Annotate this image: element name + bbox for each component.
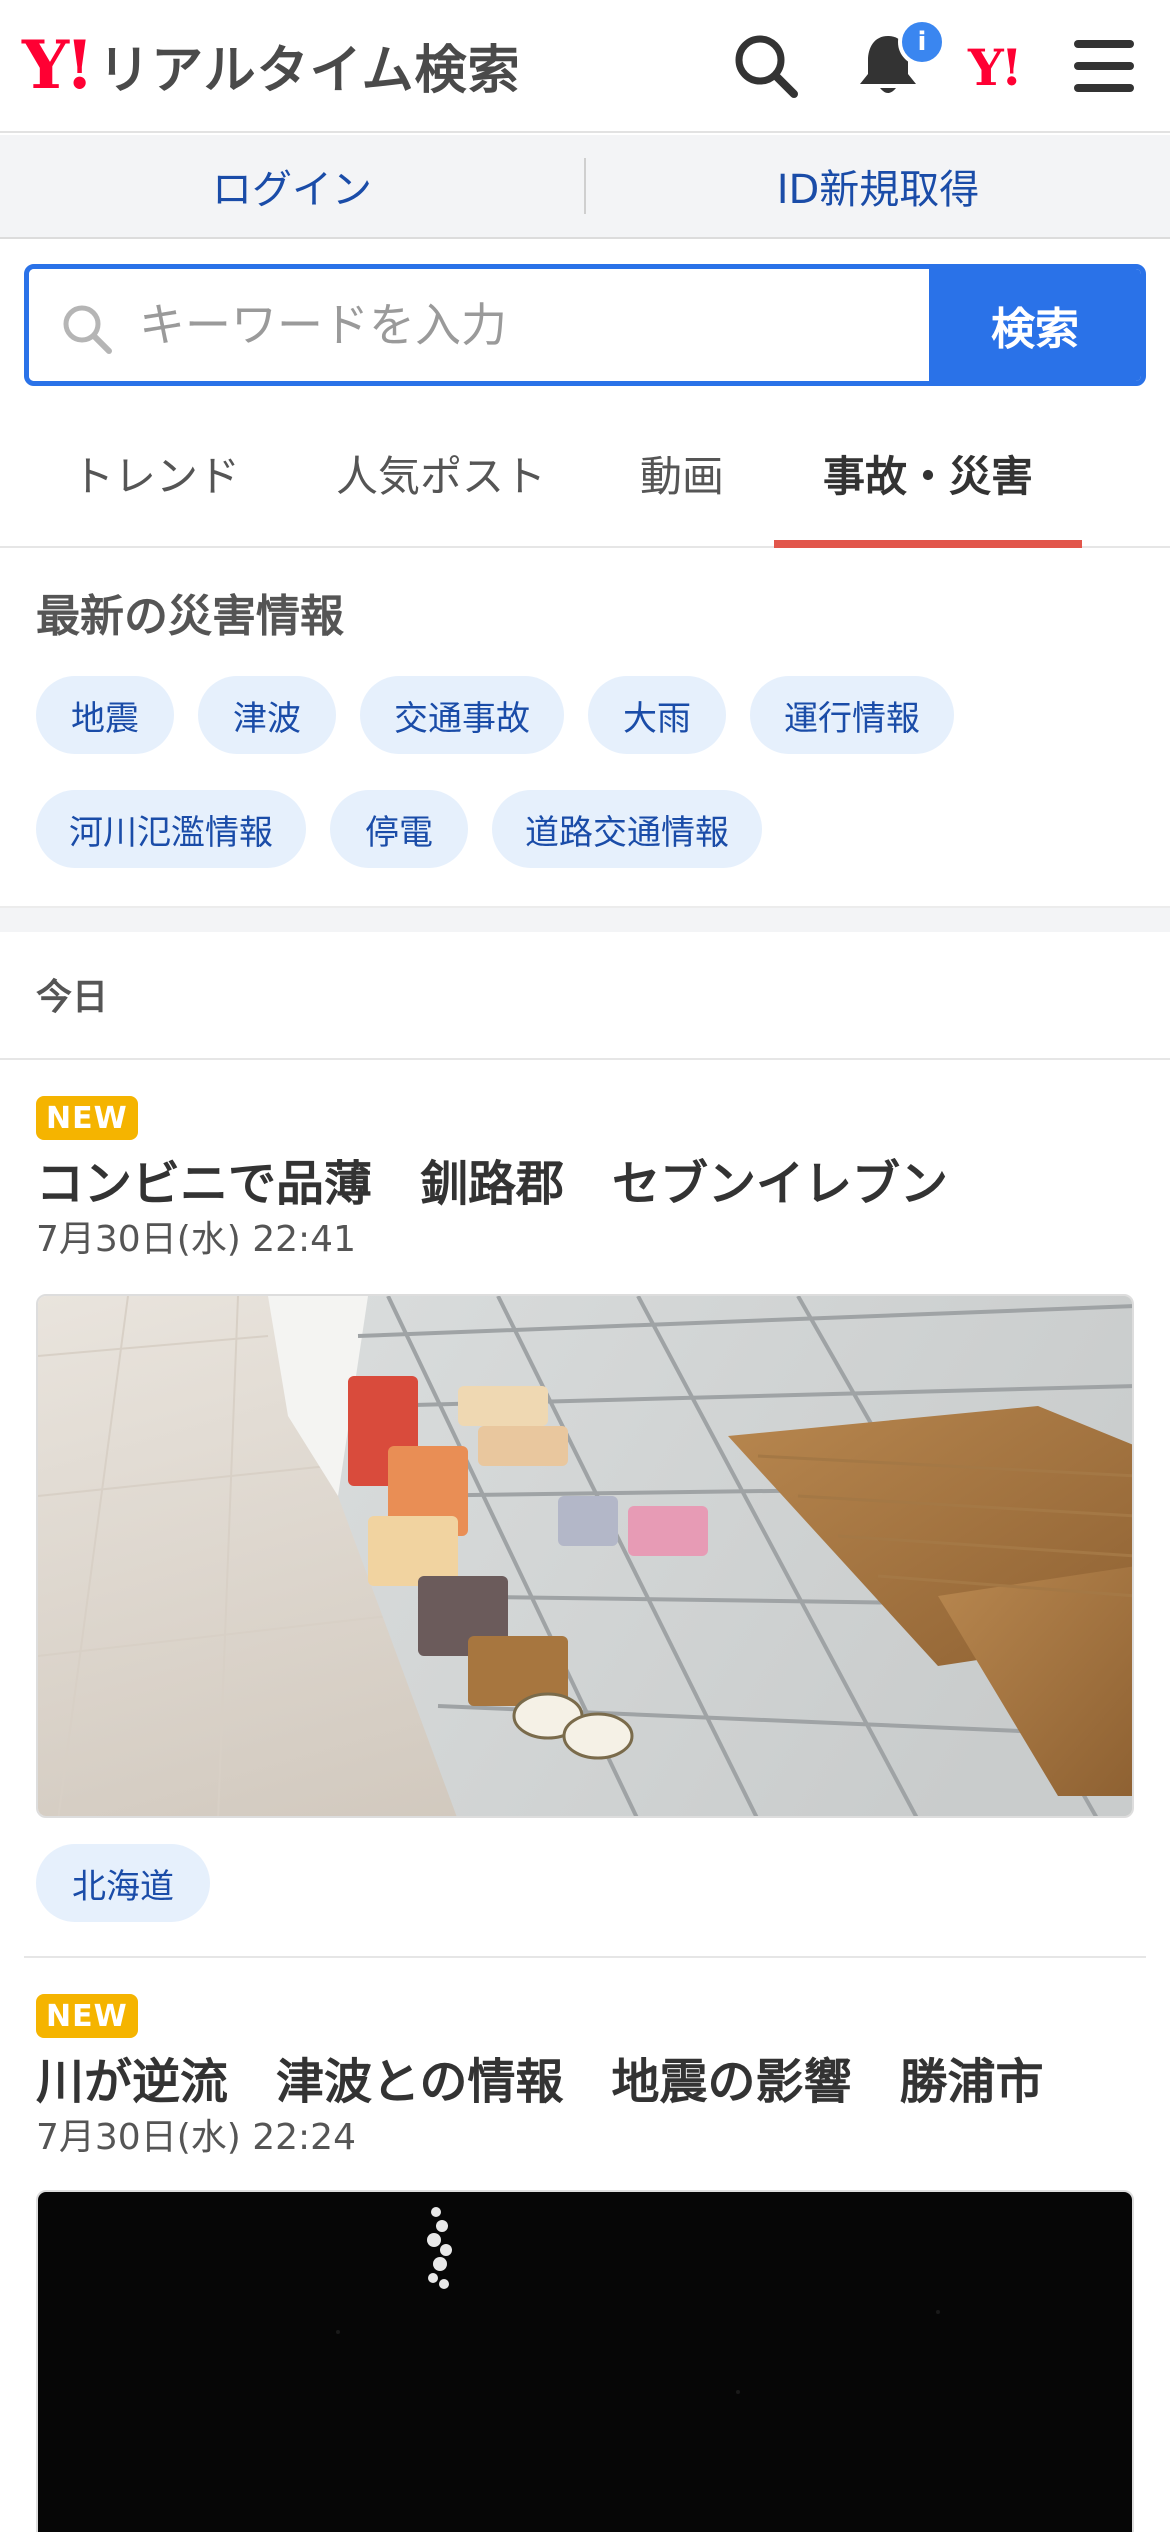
article-time: 7月30日(水) 22:41 xyxy=(36,1219,356,1260)
chip-earthquake[interactable]: 地震 xyxy=(36,676,174,754)
app-header: Y! リアルタイム検索 i Y! xyxy=(0,0,1170,133)
auth-bar: ログイン ID新規取得 xyxy=(0,135,1170,239)
search-field-icon xyxy=(63,305,112,354)
chip-road-traffic[interactable]: 道路交通情報 xyxy=(492,790,762,868)
region-tag-chip[interactable]: 北海道 xyxy=(36,1844,210,1922)
tab-accident-disaster[interactable]: 事故・災害 xyxy=(774,400,1082,548)
search-field-wrap xyxy=(29,269,959,381)
disaster-info-section: 最新の災害情報 地震 津波 交通事故 大雨 運行情報 河川氾濫情報 停電 道路交… xyxy=(0,550,1170,906)
article-title[interactable]: 川が逆流 津波との情報 地震の影響 勝浦市 xyxy=(36,2042,1044,2112)
article-title[interactable]: コンビニで品薄 釧路郡 セブンイレブン xyxy=(36,1144,948,1214)
day-header: 今日 xyxy=(0,932,1170,1060)
yahoo-logo-mark: Y! xyxy=(22,26,94,104)
chip-tsunami[interactable]: 津波 xyxy=(198,676,336,754)
article-time: 7月30日(水) 22:24 xyxy=(36,2117,356,2158)
search-button[interactable]: 検索 xyxy=(929,269,1141,381)
new-badge: NEW xyxy=(36,1096,138,1140)
tab-trend[interactable]: トレンド xyxy=(36,400,276,546)
yahoo-japan-icon[interactable]: Y! xyxy=(968,38,1023,97)
logo-title: リアルタイム検索 xyxy=(98,40,521,101)
section-title: 最新の災害情報 xyxy=(36,591,344,642)
night-video-frame xyxy=(38,2192,1132,2532)
convenience-store-photo xyxy=(38,1296,1132,1816)
yahoo-realtime-logo[interactable]: Y! リアルタイム検索 xyxy=(22,26,521,104)
search-icon[interactable] xyxy=(728,28,804,104)
tab-video[interactable]: 動画 xyxy=(612,400,752,546)
chip-heavy-rain[interactable]: 大雨 xyxy=(588,676,726,754)
chip-power-outage[interactable]: 停電 xyxy=(330,790,468,868)
new-badge: NEW xyxy=(36,1994,138,2038)
article-divider xyxy=(24,1956,1146,1958)
article-image-river-video[interactable] xyxy=(36,2190,1134,2532)
register-link[interactable]: ID新規取得 xyxy=(586,157,1170,215)
search-box: 検索 xyxy=(24,264,1146,386)
notification-badge: i xyxy=(898,18,946,66)
article-image-convenience-store[interactable] xyxy=(36,1294,1134,1818)
chip-river-flood[interactable]: 河川氾濫情報 xyxy=(36,790,306,868)
menu-icon[interactable] xyxy=(1066,28,1142,104)
login-link[interactable]: ログイン xyxy=(0,157,584,215)
search-input[interactable] xyxy=(139,269,959,381)
tab-popular-posts[interactable]: 人気ポスト xyxy=(316,400,566,546)
day-label: 今日 xyxy=(36,977,109,1018)
category-tabs: トレンド 人気ポスト 動画 事故・災害 xyxy=(0,400,1170,548)
section-gap xyxy=(0,906,1170,932)
chip-service-info[interactable]: 運行情報 xyxy=(750,676,954,754)
chip-traffic-accident[interactable]: 交通事故 xyxy=(360,676,564,754)
